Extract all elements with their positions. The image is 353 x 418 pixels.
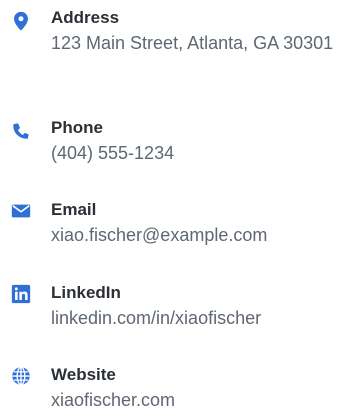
contact-label-website: Website <box>51 365 116 384</box>
contact-value-linkedin[interactable]: linkedin.com/in/xiaofischer <box>51 306 351 330</box>
contact-text-address: Address 123 Main Street, Atlanta, GA 303… <box>51 8 351 55</box>
contact-value-email[interactable]: xiao.fischer@example.com <box>51 223 351 247</box>
phone-icon <box>10 120 32 142</box>
contact-info-list: Address 123 Main Street, Atlanta, GA 303… <box>0 0 353 418</box>
linkedin-icon <box>10 283 32 305</box>
envelope-icon <box>10 200 32 222</box>
contact-label-email: Email <box>51 200 97 219</box>
contact-label-linkedin: LinkedIn <box>51 283 121 302</box>
contact-text-linkedin: LinkedIn linkedin.com/in/xiaofischer <box>51 283 351 330</box>
contact-text-phone: Phone (404) 555-1234 <box>51 118 351 165</box>
contact-value-website[interactable]: xiaofischer.com <box>51 388 351 412</box>
contact-text-email: Email xiao.fischer@example.com <box>51 200 351 247</box>
contact-label-phone: Phone <box>51 118 103 137</box>
contact-label-address: Address <box>51 8 120 27</box>
globe-icon <box>10 365 32 387</box>
contact-value-phone[interactable]: (404) 555-1234 <box>51 141 351 165</box>
contact-value-address: 123 Main Street, Atlanta, GA 30301 <box>51 33 334 53</box>
contact-text-website: Website xiaofischer.com <box>51 365 351 412</box>
map-pin-icon <box>10 10 32 32</box>
